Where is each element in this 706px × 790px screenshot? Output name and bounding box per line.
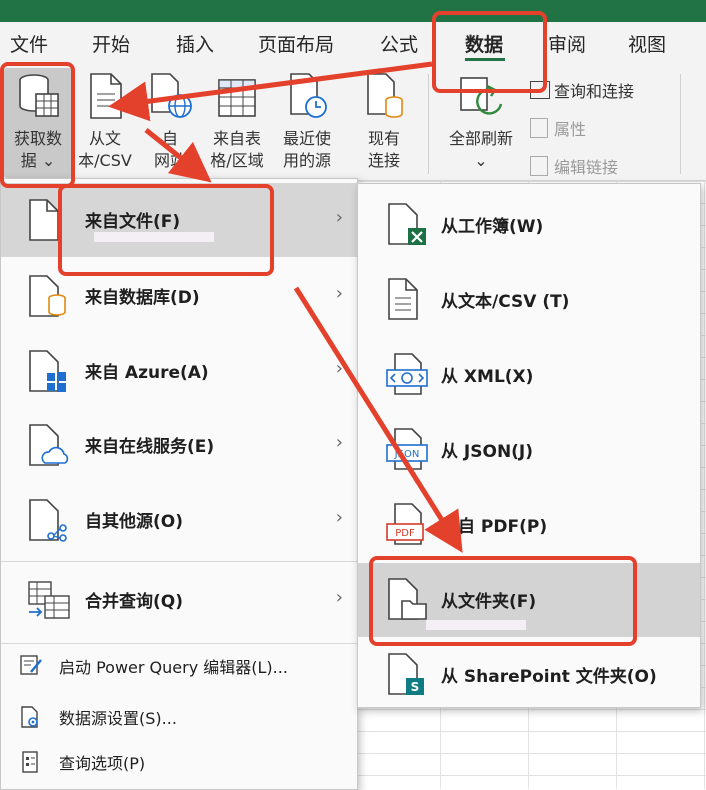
from-table-label-1: 来自表 [212,129,261,148]
menu-item-data-source-settings[interactable]: 数据源设置(S)... [1,697,357,733]
title-bar [0,0,706,22]
submenu-item-from-sharepoint[interactable]: S 从 SharePoint 文件夹(O) [358,638,700,712]
menu-item-launch-power-query[interactable]: 启动 Power Query 编辑器(L)... [1,646,357,682]
tab-review[interactable]: 审阅 [548,30,586,57]
recent-label-2: 用的源 [282,151,331,170]
cloud-icon [27,423,71,471]
pdf-glyph: PDF [395,528,415,539]
ribbon-tabs: 文件 开始 插入 页面布局 公式 数据 审阅 视图 [0,22,706,66]
azure-icon [27,349,67,397]
from-sharepoint-label: 从 SharePoint 文件夹(O) [441,667,657,687]
connection-file-icon [356,72,412,126]
menu-divider [1,561,357,562]
from-workbook-label: 从工作簿(W) [441,217,544,237]
from-table-button[interactable]: 来自表 格/区域 [204,72,270,172]
annotation-box-from-folder [369,556,637,646]
ribbon-data: 获取数 据 ⌄ 从文 本/CSV 自 网站 来自表 格/区域 最近使 用的源 现… [0,66,706,181]
from-text-label-1: 从文 [88,129,121,148]
from-database-label: 来自数据库(D) [85,288,200,308]
menu-item-combine-queries[interactable]: 合并查询(Q) › [1,563,357,637]
existing-label-2: 连接 [367,151,400,170]
edit-links-icon [530,156,548,176]
tab-file[interactable]: 文件 [10,30,48,57]
properties-label: 属性 [554,120,587,139]
from-text-label-2: 本/CSV [78,151,132,170]
from-json-label: 从 JSON(J) [441,442,534,462]
database-icon [27,274,67,322]
text-file-icon [386,277,428,325]
menu-item-from-online-services[interactable]: 来自在线服务(E) › [1,408,357,482]
from-xml-label: 从 XML(X) [441,367,534,387]
from-text-csv-label: 从文本/CSV (T) [441,292,570,312]
combine-queries-icon [27,578,73,626]
menu-item-query-options[interactable]: 查询选项(P) [1,742,357,778]
existing-label-1: 现有 [367,129,400,148]
refresh-label-1: 全部刷新 [448,129,513,148]
tab-formulas[interactable]: 公式 [380,30,418,57]
power-query-icon [19,654,43,680]
menu-item-from-azure[interactable]: 来自 Azure(A) › [1,334,357,408]
globe-file-icon [140,72,200,126]
annotation-box-data-tab [432,11,547,93]
text-file-icon [74,72,136,126]
menu-item-from-other-sources[interactable]: 自其他源(O) › [1,483,357,557]
from-web-label-1: 自 [161,129,178,148]
chevron-right-icon: › [335,358,343,379]
from-web-label-2: 网站 [153,151,186,170]
submenu-item-from-text-csv[interactable]: 从文本/CSV (T) [358,263,700,337]
other-sources-icon [27,498,71,546]
edit-links-label: 编辑链接 [554,158,619,177]
from-text-csv-button[interactable]: 从文 本/CSV [74,72,136,172]
recent-sources-button[interactable]: 最近使 用的源 [274,72,340,172]
from-table-label-2: 格/区域 [210,151,264,170]
edit-links-button[interactable]: 编辑链接 [530,154,618,178]
pdf-icon: PDF [386,502,430,550]
excel-workbook-icon [386,202,428,250]
properties-icon [530,118,548,138]
query-options-label: 查询选项(P) [59,754,146,773]
chevron-right-icon: › [335,207,343,228]
data-source-settings-label: 数据源设置(S)... [59,709,177,728]
sharepoint-icon: S [386,652,430,700]
combine-queries-label: 合并查询(Q) [85,592,183,612]
data-source-settings-icon [19,705,43,733]
from-pdf-label: 来自 PDF(P) [441,517,548,537]
properties-button[interactable]: 属性 [530,116,586,140]
clock-file-icon [274,72,340,126]
tab-view[interactable]: 视图 [628,30,666,57]
from-web-button[interactable]: 自 网站 [140,72,200,172]
ribbon-separator-2 [680,74,681,174]
from-other-sources-label: 自其他源(O) [85,512,183,532]
queries-label: 查询和连接 [554,82,635,101]
chevron-right-icon: › [335,432,343,453]
submenu-item-from-pdf[interactable]: PDF 来自 PDF(P) [358,488,700,562]
json-glyph: JSON [394,449,420,460]
xml-icon [386,352,430,400]
submenu-item-from-workbook[interactable]: 从工作簿(W) [358,188,700,262]
submenu-item-from-json[interactable]: JSON 从 JSON(J) [358,413,700,487]
chevron-right-icon: › [335,283,343,304]
annotation-box-get-data [0,62,75,188]
ribbon-separator [428,74,429,174]
from-online-services-label: 来自在线服务(E) [85,437,215,457]
tab-home[interactable]: 开始 [92,30,130,57]
query-options-icon [19,750,43,778]
existing-connections-button[interactable]: 现有 连接 [356,72,412,172]
menu-divider [1,643,357,644]
recent-label-1: 最近使 [282,129,331,148]
table-icon [204,72,270,126]
file-icon [27,198,61,246]
json-icon: JSON [386,427,430,475]
tab-page-layout[interactable]: 页面布局 [258,30,334,57]
tab-insert[interactable]: 插入 [176,30,214,57]
from-azure-label: 来自 Azure(A) [85,363,209,383]
submenu-item-from-xml[interactable]: 从 XML(X) [358,338,700,412]
launch-power-query-label: 启动 Power Query 编辑器(L)... [59,658,288,677]
chevron-right-icon: › [335,507,343,528]
refresh-label-2: ⌄ [474,151,488,170]
chevron-right-icon: › [335,587,343,608]
annotation-box-from-file [58,184,274,276]
sharepoint-glyph: S [411,680,420,694]
